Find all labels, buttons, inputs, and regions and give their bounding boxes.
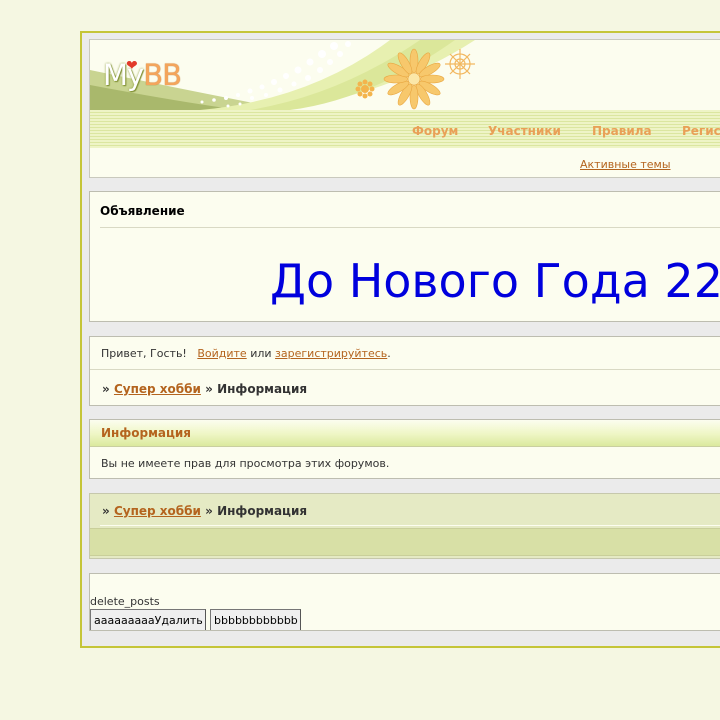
active-topics-row: Активные темы [90,148,720,177]
nav-register[interactable]: Регис [682,124,720,138]
info-header: Информация [90,420,720,447]
breadcrumb-sep: » [205,382,213,396]
nav-bar: Форум Участники Правила Регис [90,110,720,148]
footer-breadcrumb: » Супер хобби » Информация [102,504,307,518]
mybb-logo[interactable]: MyBB [103,58,182,92]
breadcrumb-current: Информация [217,382,308,396]
breadcrumb: » Супер хобби » Информация [102,382,307,396]
nav-members[interactable]: Участники [488,124,561,138]
breadcrumb-sep: » [102,504,110,518]
delete-posts-panel: delete_posts aaaaaaaaaУдалить bbbbbbbbbb… [89,573,720,631]
logo-bb: BB [143,58,182,92]
page-frame: MyBB ❤ Форум Участники Правила Регис Акт… [80,31,720,648]
announcement-text: До Нового Года 22 [270,254,720,308]
footer-breadcrumb-panel: » Супер хобби » Информация [89,493,720,559]
nav-forum[interactable]: Форум [412,124,458,138]
announcement-title: Объявление [100,204,185,218]
register-link[interactable]: зарегистрируйтесь [275,347,387,360]
nav-rules[interactable]: Правила [592,124,652,138]
banner-art [90,40,475,110]
divider [100,227,720,228]
footer-breadcrumb-forum-link[interactable]: Супер хобби [114,504,201,518]
breadcrumb-sep: » [102,382,110,396]
footer-bar-strip [90,528,720,556]
footer-breadcrumb-current: Информация [217,504,308,518]
info-title: Информация [101,426,191,440]
greeting-line: Привет, Гость! Войдите или зарегистрируй… [101,347,391,360]
info-panel: Информация Вы не имеете прав для просмот… [89,419,720,479]
or-text: или [250,347,272,360]
delete-button[interactable]: aaaaaaaaaУдалить [90,609,206,630]
heart-icon: ❤ [126,58,138,74]
divider [90,369,720,370]
second-button[interactable]: bbbbbbbbbbbb [210,609,301,630]
divider [100,525,720,526]
info-message: Вы не имеете прав для просмотра этих фор… [101,457,390,470]
greeting-period: . [387,347,391,360]
breadcrumb-sep: » [205,504,213,518]
forum-header: MyBB ❤ Форум Участники Правила Регис Акт… [89,39,720,178]
breadcrumb-forum-link[interactable]: Супер хобби [114,382,201,396]
announcement-panel: Объявление До Нового Года 22 [89,191,720,322]
banner: MyBB ❤ [90,40,720,110]
login-link[interactable]: Войдите [197,347,246,360]
greeting-text: Привет, Гость! [101,347,187,360]
delete-posts-label: delete_posts [90,595,160,608]
active-topics-link[interactable]: Активные темы [580,158,671,171]
welcome-panel: Привет, Гость! Войдите или зарегистрируй… [89,336,720,406]
